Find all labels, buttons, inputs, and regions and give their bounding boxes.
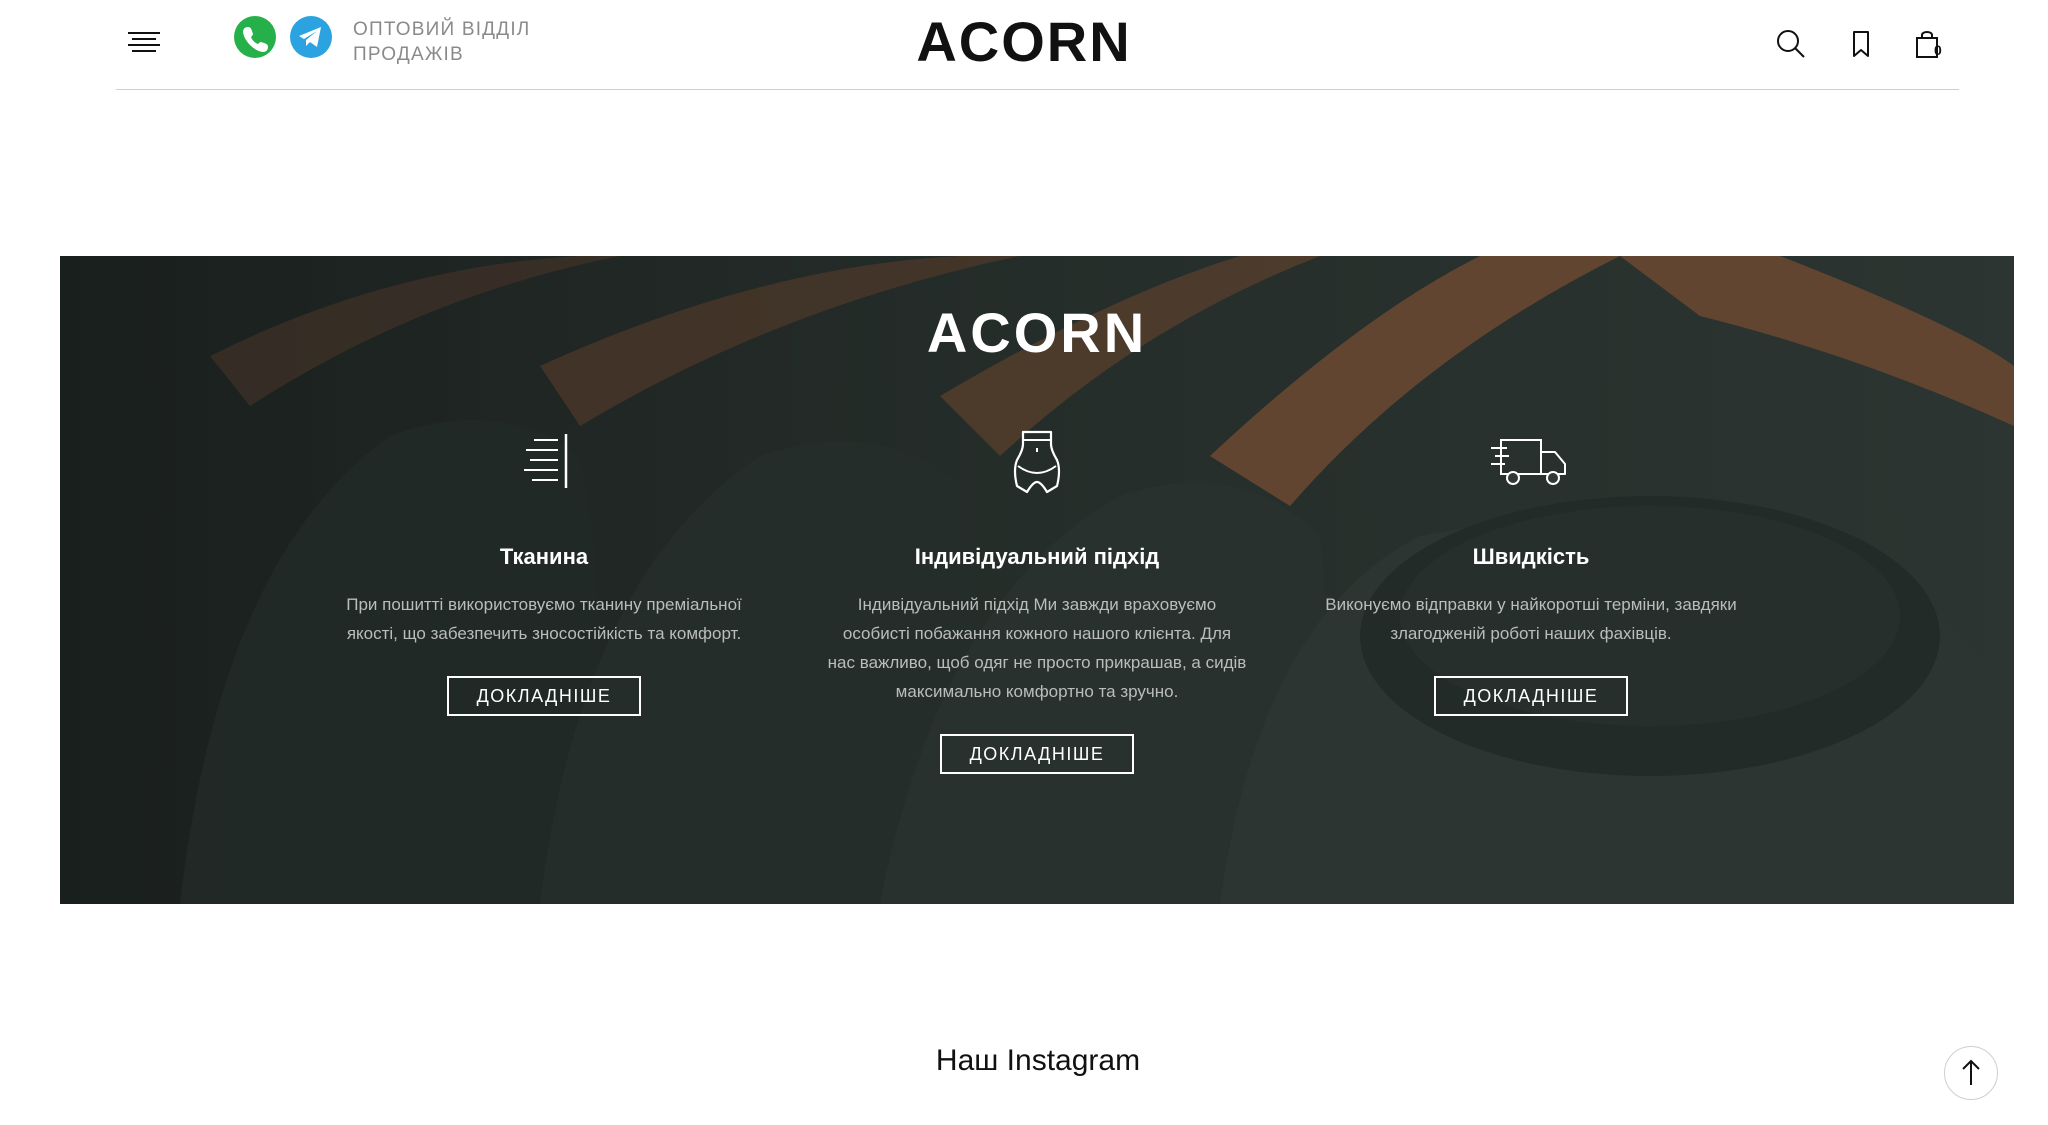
delivery-truck-icon bbox=[1301, 426, 1761, 498]
instagram-section-title: Наш Instagram bbox=[935, 1044, 1141, 1077]
more-button[interactable]: ДОКЛАДНІШЕ bbox=[447, 676, 641, 716]
features-banner: ACORN Тканина При пошитті використовуємо… bbox=[60, 256, 2014, 904]
arrow-up-icon bbox=[1962, 1059, 1980, 1085]
site-header: ОПТОВИЙ ВІДДІЛ ПРОДАЖІВ ACORN 0 bbox=[0, 0, 2048, 90]
feature-individual: Індивідуальний підхід Індивідуальний під… bbox=[807, 426, 1267, 774]
bookmark-icon[interactable] bbox=[1843, 26, 1879, 62]
body-fit-icon bbox=[807, 426, 1267, 498]
feature-text: Індивідуальний підхід Ми завжди враховує… bbox=[827, 595, 1247, 701]
menu-icon[interactable] bbox=[126, 30, 162, 54]
wholesale-line2: ПРОДАЖІВ bbox=[353, 44, 464, 65]
feature-speed: Швидкість Виконуємо відправки у найкорот… bbox=[1301, 426, 1761, 716]
cart-count: 0 bbox=[1934, 42, 1942, 58]
fabric-icon bbox=[314, 426, 774, 498]
more-button[interactable]: ДОКЛАДНІШЕ bbox=[940, 734, 1134, 774]
phone-icon[interactable] bbox=[234, 16, 276, 58]
feature-title: Тканина bbox=[499, 544, 589, 569]
scroll-to-top-button[interactable] bbox=[1944, 1046, 1998, 1100]
more-button[interactable]: ДОКЛАДНІШЕ bbox=[1434, 676, 1628, 716]
feature-fabric: Тканина При пошитті використовуємо ткани… bbox=[314, 426, 774, 716]
feature-text: При пошитті використовуємо тканину премі… bbox=[346, 595, 742, 643]
site-logo[interactable]: ACORN bbox=[874, 6, 1174, 78]
search-icon[interactable] bbox=[1773, 26, 1809, 62]
wholesale-line1: ОПТОВИЙ ВІДДІЛ bbox=[353, 19, 531, 40]
feature-title: Швидкість bbox=[1472, 544, 1590, 569]
telegram-icon[interactable] bbox=[290, 16, 332, 58]
header-divider bbox=[116, 89, 1959, 90]
wholesale-link[interactable]: ОПТОВИЙ ВІДДІЛ ПРОДАЖІВ bbox=[353, 17, 553, 67]
feature-title: Індивідуальний підхід bbox=[914, 544, 1160, 569]
banner-logo: ACORN bbox=[926, 301, 1148, 364]
feature-text: Виконуємо відправки у найкоротші терміни… bbox=[1325, 595, 1737, 643]
